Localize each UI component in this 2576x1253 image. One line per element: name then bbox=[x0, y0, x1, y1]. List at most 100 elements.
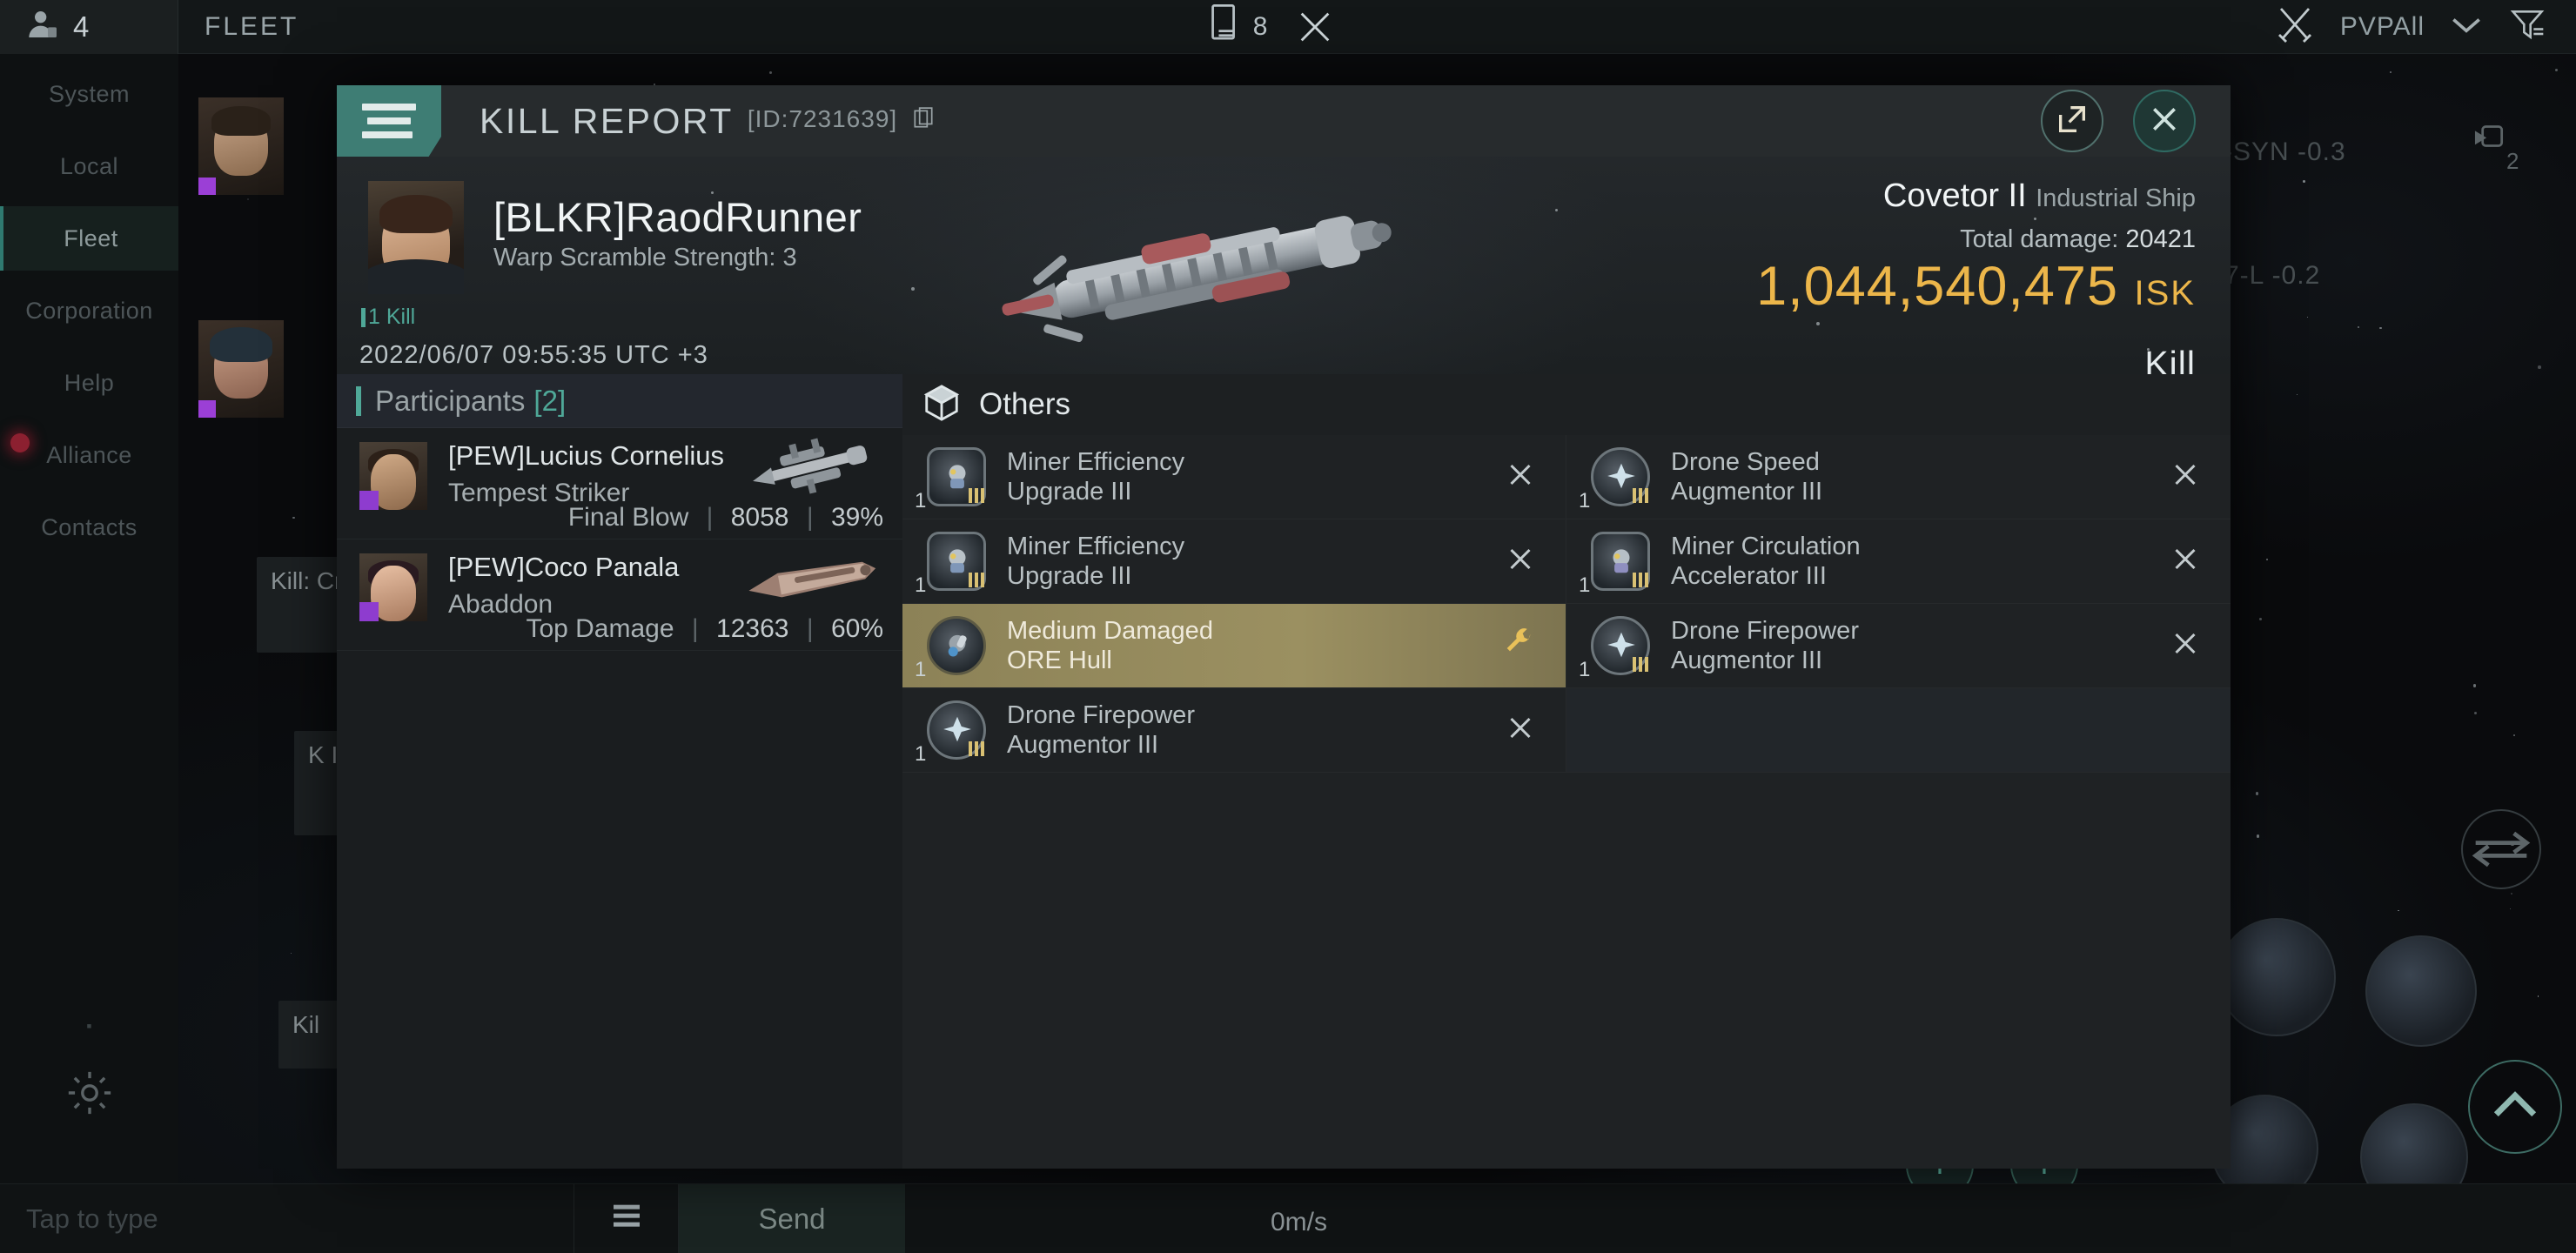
sidebar-drag-handle[interactable]: ▪ bbox=[0, 1017, 178, 1035]
decorative-star bbox=[2554, 68, 2558, 71]
stat-separator: | bbox=[806, 503, 814, 532]
chevron-down-icon[interactable] bbox=[2447, 11, 2485, 42]
panel-toggle[interactable]: 8 bbox=[1208, 3, 1267, 51]
topbar-right-controls: PVPAll bbox=[2272, 3, 2576, 50]
decorative-star bbox=[290, 952, 292, 955]
box-icon bbox=[922, 383, 962, 427]
item-row[interactable]: 1 Miner Efficiency Upgrade III bbox=[902, 435, 1566, 519]
participants-count: [2] bbox=[533, 384, 567, 417]
item-row[interactable]: 1 Drone Firepower Augmentor III bbox=[902, 688, 1566, 773]
item-icon-art bbox=[948, 634, 967, 657]
background-pilot-avatar[interactable] bbox=[198, 320, 284, 418]
victim-ship-render bbox=[946, 183, 1451, 357]
participant-row[interactable]: [PEW]Coco Panala Abaddon Top Damage | 12… bbox=[337, 539, 902, 651]
kill-report-id[interactable]: [ID:7231639] bbox=[748, 105, 935, 136]
fleet-member-count[interactable]: 4 bbox=[0, 0, 178, 54]
victim-summary-panel: 1 Kill [BLKR]RaodRunner Warp Scramble St… bbox=[337, 157, 2231, 374]
close-panel-button[interactable] bbox=[1267, 7, 1363, 47]
participant-stat-label: Final Blow bbox=[567, 503, 689, 532]
sidebar-item-label: Corporation bbox=[25, 297, 153, 324]
drone-rig-icon: 1 bbox=[915, 700, 986, 766]
sidebar-item-alliance[interactable]: Alliance bbox=[0, 423, 178, 487]
modal-menu-button[interactable] bbox=[337, 85, 441, 157]
item-name-line2: Augmentor III bbox=[1671, 647, 1823, 674]
close-icon[interactable] bbox=[1505, 713, 1536, 748]
sidebar-item-local[interactable]: Local bbox=[0, 134, 178, 198]
fleet-tab-label[interactable]: FLEET bbox=[178, 12, 299, 42]
participants-header: Participants [2] bbox=[337, 374, 902, 428]
decorative-star bbox=[2358, 326, 2360, 329]
item-quantity: 1 bbox=[915, 489, 927, 513]
decorative-star bbox=[2513, 734, 2515, 736]
jump-count-badge: 2 bbox=[2506, 148, 2519, 174]
hud-module-slot[interactable] bbox=[2217, 918, 2336, 1036]
decorative-star bbox=[2257, 834, 2260, 838]
chat-input[interactable]: Tap to type bbox=[0, 1183, 574, 1253]
item-quantity: 1 bbox=[1579, 573, 1591, 597]
total-damage-value: 20421 bbox=[2125, 225, 2196, 253]
item-name-line2: Augmentor III bbox=[1671, 478, 1823, 506]
hud-module-slot[interactable] bbox=[2365, 935, 2477, 1047]
decorative-star bbox=[2296, 393, 2298, 396]
filter-icon[interactable] bbox=[2508, 5, 2546, 48]
pvp-filter-label[interactable]: PVPAll bbox=[2340, 12, 2425, 42]
participant-row[interactable]: [PEW]Lucius Cornelius Tempest Striker Fi… bbox=[337, 428, 902, 539]
kill-report-id-text: [ID:7231639] bbox=[747, 105, 898, 133]
send-button[interactable]: Send bbox=[679, 1183, 905, 1253]
rig-icon: 1 bbox=[915, 447, 986, 513]
system-label-syn[interactable]: -SYN -0.3 bbox=[2224, 137, 2346, 167]
item-name-line1: Drone Firepower bbox=[1007, 700, 1195, 729]
decorative-star bbox=[2255, 792, 2258, 795]
app-root: 4 FLEET 8 PVPAll System Local Fleet Corp… bbox=[0, 0, 2576, 1253]
background-pilot-avatar[interactable] bbox=[198, 97, 284, 195]
route-icon[interactable] bbox=[2470, 122, 2508, 164]
item-name: Drone Firepower Augmentor III bbox=[1007, 700, 1195, 760]
item-row[interactable]: 1 Drone Speed Augmentor III bbox=[1566, 435, 2231, 519]
victim-name[interactable]: [BLKR]RaodRunner bbox=[493, 193, 862, 241]
isk-unit: ISK bbox=[2134, 274, 2196, 312]
close-icon[interactable] bbox=[1505, 459, 1536, 495]
sidebar-item-fleet[interactable]: Fleet bbox=[0, 206, 178, 271]
hull-repair-icon: 1 bbox=[915, 616, 986, 681]
avatar-security-badge bbox=[359, 602, 379, 621]
item-row[interactable]: 1 Drone Firepower Augmentor III bbox=[1566, 604, 2231, 688]
item-name-line2: Accelerator III bbox=[1671, 562, 1827, 590]
settings-button[interactable] bbox=[0, 1068, 178, 1122]
copy-icon[interactable] bbox=[912, 106, 935, 137]
decorative-star bbox=[1555, 209, 1558, 211]
item-row-selected[interactable]: 1 Medium Damaged ORE Hull bbox=[902, 604, 1566, 688]
close-modal-button[interactable] bbox=[2133, 90, 2196, 152]
sidebar-item-corporation[interactable]: Corporation bbox=[0, 278, 178, 343]
hud-ascend-button[interactable] bbox=[2468, 1060, 2562, 1154]
decorative-star bbox=[292, 516, 295, 519]
tempest-ship-icon bbox=[734, 435, 890, 498]
stat-separator: | bbox=[691, 614, 699, 643]
close-icon[interactable] bbox=[1505, 544, 1536, 580]
wrench-icon[interactable] bbox=[1501, 626, 1536, 666]
avatar[interactable] bbox=[359, 442, 427, 510]
victim-portrait[interactable] bbox=[368, 181, 464, 294]
close-icon[interactable] bbox=[2170, 544, 2201, 580]
ship-class-text: Industrial Ship bbox=[2036, 184, 2196, 212]
sidebar-item-system[interactable]: System bbox=[0, 62, 178, 126]
item-row[interactable]: 1 Miner Efficiency Upgrade III bbox=[902, 519, 1566, 604]
avatar-hair bbox=[211, 106, 271, 136]
chat-menu-button[interactable] bbox=[574, 1183, 679, 1253]
accent-bar-icon bbox=[356, 385, 361, 416]
sidebar-item-contacts[interactable]: Contacts bbox=[0, 495, 178, 559]
participant-percent: 39% bbox=[830, 503, 883, 532]
decorative-star bbox=[911, 287, 915, 291]
participant-stats: Top Damage | 12363 | 60% bbox=[526, 614, 883, 644]
portrait-hair bbox=[379, 195, 453, 233]
item-name-line1: Drone Firepower bbox=[1671, 616, 1859, 645]
decorative-star bbox=[2259, 618, 2263, 621]
sidebar-item-label: Help bbox=[64, 369, 115, 396]
avatar[interactable] bbox=[359, 553, 427, 621]
sidebar-item-help[interactable]: Help bbox=[0, 351, 178, 415]
share-button[interactable] bbox=[2041, 90, 2103, 152]
hud-direction-control[interactable] bbox=[2461, 809, 2541, 889]
items-grid: 1 Miner Efficiency Upgrade III 1 Drone S… bbox=[902, 435, 2231, 773]
close-icon[interactable] bbox=[2170, 628, 2201, 664]
close-icon[interactable] bbox=[2170, 459, 2201, 495]
item-row[interactable]: 1 Miner Circulation Accelerator III bbox=[1566, 519, 2231, 604]
